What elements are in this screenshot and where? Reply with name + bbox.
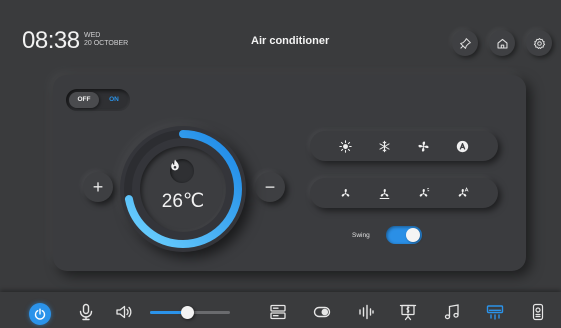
date-text: 20 OCTOBER xyxy=(84,40,129,47)
weekday: WED xyxy=(84,32,101,39)
microphone-button[interactable] xyxy=(76,302,96,322)
pin-button[interactable] xyxy=(452,30,478,56)
mode-auto-button[interactable] xyxy=(452,135,474,157)
temperature-value: 26℃ xyxy=(161,191,205,212)
snowflake-icon xyxy=(379,140,390,152)
mode-cool-button[interactable] xyxy=(374,135,396,157)
remote-icon xyxy=(532,303,544,321)
settings-button[interactable] xyxy=(526,30,552,56)
clock-date: WED 20 OCTOBER xyxy=(84,32,128,48)
presentation-icon xyxy=(399,304,417,321)
music-button[interactable] xyxy=(442,302,462,322)
power-toggle[interactable]: OFF ON xyxy=(66,89,130,111)
swing-label: Swing xyxy=(352,232,370,239)
volume-button[interactable] xyxy=(114,302,134,322)
swing-toggle[interactable] xyxy=(386,226,422,244)
swing-toggle-knob xyxy=(406,228,420,242)
increase-temperature-button[interactable]: + xyxy=(83,172,113,202)
toggle-icon xyxy=(313,306,331,318)
temperature-dial[interactable]: 26℃ xyxy=(120,126,246,252)
power-on-label: ON xyxy=(109,96,119,103)
mode-fan-button[interactable] xyxy=(413,135,435,157)
home-icon xyxy=(497,38,507,48)
sun-icon xyxy=(339,139,352,153)
fan-low-button[interactable] xyxy=(335,182,357,204)
fan-auto-button[interactable] xyxy=(452,182,474,204)
equalizer-button[interactable] xyxy=(356,302,376,322)
fan-medium-icon xyxy=(379,188,390,199)
page-title: Air conditioner xyxy=(251,35,330,47)
home-button[interactable] xyxy=(489,30,515,56)
heat-mode-indicator xyxy=(170,159,194,183)
speaker-icon xyxy=(116,305,132,319)
remote-button[interactable] xyxy=(528,302,548,322)
air-conditioner-button[interactable] xyxy=(485,302,505,322)
equalizer-icon xyxy=(359,304,374,320)
devices-button[interactable] xyxy=(268,302,288,322)
power-icon xyxy=(34,308,46,320)
air-conditioner-icon xyxy=(486,305,504,320)
minus-icon: − xyxy=(264,176,276,197)
music-icon xyxy=(444,304,459,320)
fan-medium-button[interactable] xyxy=(374,182,396,204)
toggle-button[interactable] xyxy=(312,302,332,322)
power-off-label: OFF xyxy=(69,92,99,108)
decrease-temperature-button[interactable]: − xyxy=(255,172,285,202)
mode-heat-button[interactable] xyxy=(335,135,357,157)
header: 08:38 WED 20 OCTOBER Air conditioner xyxy=(0,0,561,68)
clock-time: 08:38 xyxy=(22,27,80,54)
fan-low-icon xyxy=(341,188,350,197)
mode-selector xyxy=(310,131,498,161)
volume-slider-knob[interactable] xyxy=(181,306,195,319)
presentation-button[interactable] xyxy=(398,302,418,322)
auto-icon xyxy=(456,140,469,152)
flame-icon xyxy=(171,159,179,171)
settings-icon xyxy=(533,37,545,49)
microphone-icon xyxy=(79,303,93,321)
fan-auto-icon xyxy=(458,186,469,197)
pin-icon xyxy=(459,37,471,49)
power-button[interactable] xyxy=(29,303,51,325)
fan-high-button[interactable] xyxy=(413,182,435,204)
devices-icon xyxy=(270,304,286,320)
fan-icon xyxy=(418,140,429,152)
fan-speed-selector xyxy=(310,178,498,208)
fan-high-icon xyxy=(419,187,430,197)
plus-icon: + xyxy=(92,176,104,197)
